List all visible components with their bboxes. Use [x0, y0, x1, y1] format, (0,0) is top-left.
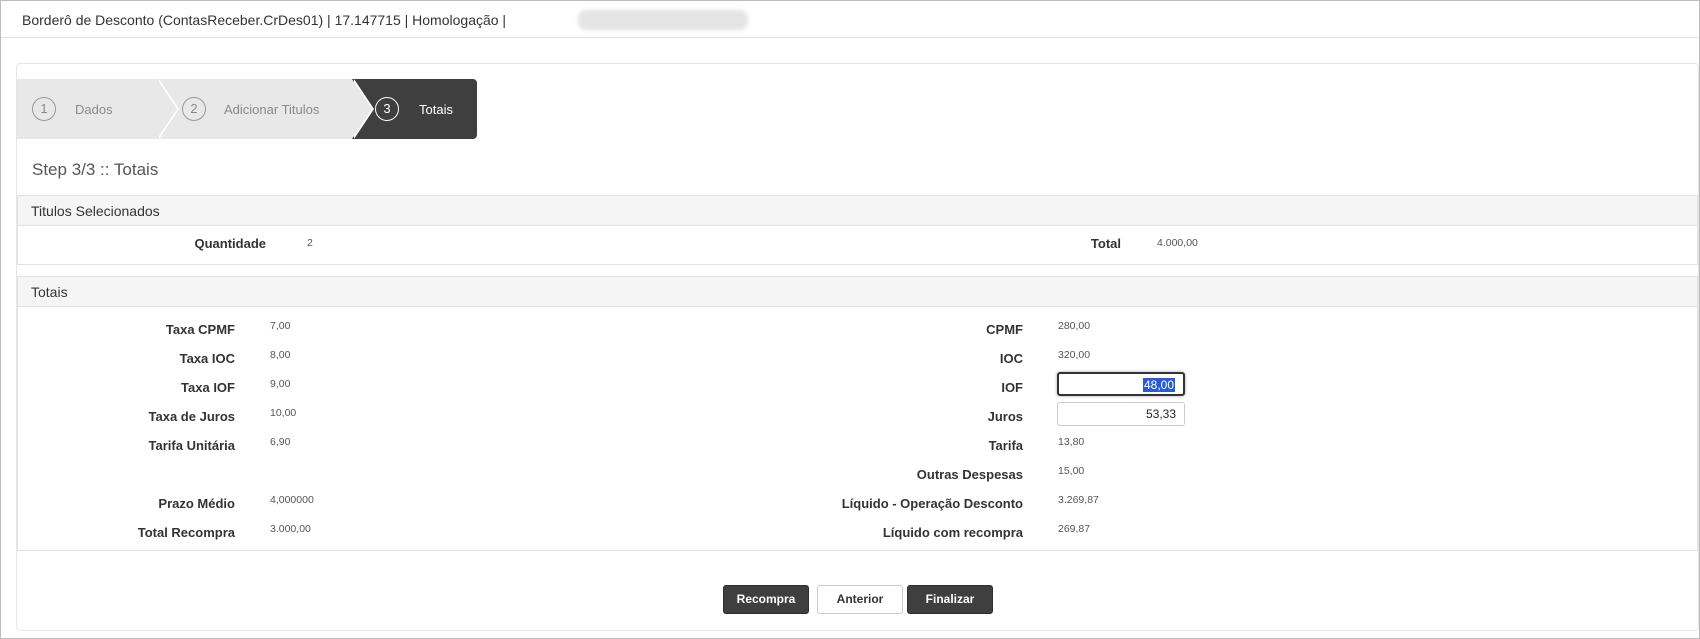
liquido-operacao-desconto-label: Líquido - Operação Desconto — [841, 496, 1023, 511]
redacted-user-info — [578, 10, 748, 30]
taxa-iof-value: 9,00 — [270, 378, 291, 390]
section-title: Totais — [18, 277, 1697, 307]
anterior-button[interactable]: Anterior — [817, 585, 903, 614]
quantidade-value: 2 — [307, 237, 313, 249]
finalizar-button[interactable]: Finalizar — [907, 585, 993, 614]
step-number-circle: 2 — [182, 97, 206, 121]
ioc-label: IOC — [999, 351, 1023, 366]
taxa-ioc-label: Taxa IOC — [179, 351, 235, 366]
prazo-medio-value: 4,000000 — [270, 494, 314, 506]
total-recompra-value: 3.000,00 — [270, 523, 311, 535]
tarifa-value: 13,80 — [1058, 436, 1085, 448]
recompra-button[interactable]: Recompra — [723, 585, 809, 614]
taxa-iof-label: Taxa IOF — [181, 380, 235, 395]
ioc-value: 320,00 — [1058, 349, 1091, 361]
liquido-com-recompra-label: Líquido com recompra — [882, 525, 1023, 540]
section-title: Titulos Selecionados — [18, 196, 1697, 226]
step-number-circle: 1 — [32, 97, 56, 121]
outras-despesas-label: Outras Despesas — [916, 467, 1023, 482]
taxa-cpmf-label: Taxa CPMF — [165, 322, 235, 337]
step-label: Dados — [75, 102, 113, 117]
taxa-juros-label: Taxa de Juros — [148, 409, 235, 424]
tarifa-unitaria-value: 6,90 — [270, 436, 291, 448]
taxa-juros-value: 10,00 — [270, 407, 297, 419]
page-title: Borderô de Desconto (ContasReceber.CrDes… — [22, 12, 507, 28]
step-number-circle: 3 — [375, 97, 399, 121]
title-bar: Borderô de Desconto (ContasReceber.CrDes… — [1, 1, 1698, 38]
total-recompra-label: Total Recompra — [137, 525, 235, 540]
juros-label: Juros — [987, 409, 1023, 424]
step-heading: Step 3/3 :: Totais — [32, 160, 159, 179]
liquido-com-recompra-value: 269,87 — [1058, 523, 1091, 535]
step-label: Adicionar Titulos — [224, 102, 320, 117]
quantidade-label: Quantidade — [194, 236, 266, 251]
taxa-cpmf-value: 7,00 — [270, 320, 291, 332]
step-arrow — [352, 79, 372, 139]
iof-input[interactable]: 48,00 — [1057, 372, 1185, 396]
tarifa-unitaria-label: Tarifa Unitária — [148, 438, 235, 453]
iof-label: IOF — [1001, 380, 1023, 395]
liquido-operacao-desconto-value: 3.269,87 — [1058, 494, 1099, 506]
taxa-ioc-value: 8,00 — [270, 349, 291, 361]
prazo-medio-label: Prazo Médio — [158, 496, 235, 511]
total-value: 4.000,00 — [1157, 237, 1198, 249]
iof-input-value: 48,00 — [1142, 378, 1175, 392]
step-label: Totais — [419, 102, 453, 117]
juros-input-value: 53,33 — [1145, 407, 1176, 421]
total-label: Total — [1090, 236, 1121, 251]
cpmf-label: CPMF — [986, 322, 1023, 337]
wizard-step-dados[interactable]: 1 Dados — [17, 79, 179, 139]
tarifa-label: Tarifa — [988, 438, 1023, 453]
cpmf-value: 280,00 — [1058, 320, 1091, 332]
step-arrow — [157, 79, 177, 139]
outras-despesas-value: 15,00 — [1058, 465, 1085, 477]
juros-input[interactable]: 53,33 — [1057, 402, 1185, 426]
section-titulos-selecionados: Titulos Selecionados — [17, 195, 1698, 265]
